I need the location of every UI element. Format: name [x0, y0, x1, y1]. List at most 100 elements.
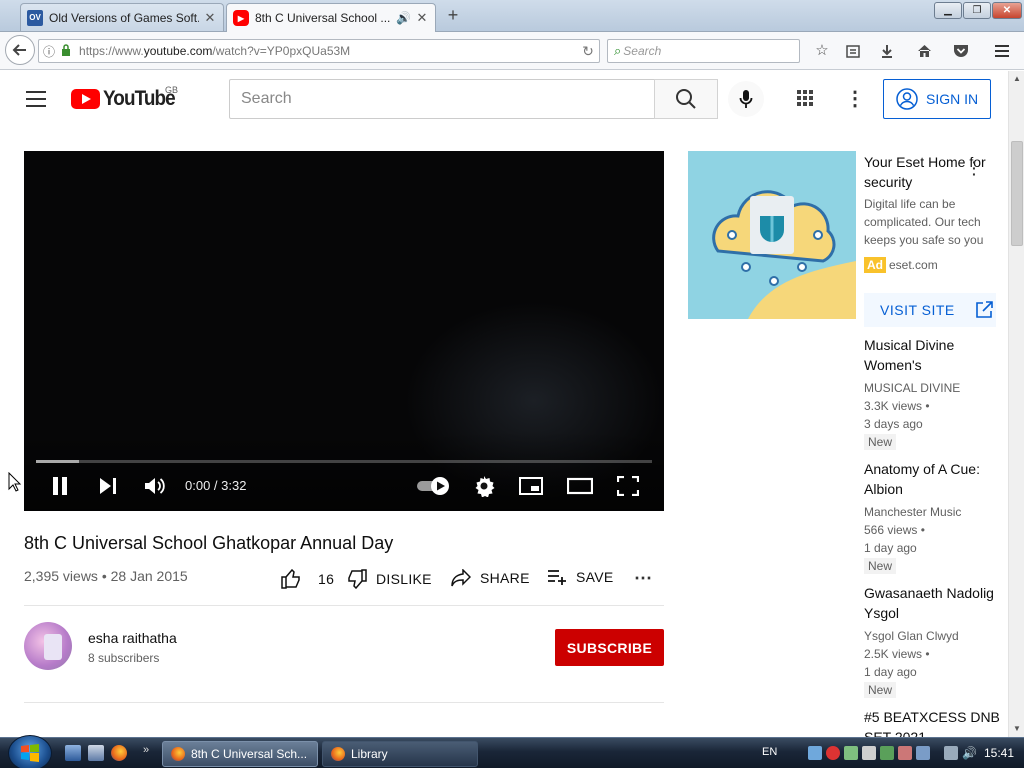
voice-search-button[interactable]	[728, 81, 764, 117]
ad-badge: Ad	[864, 257, 886, 273]
recommendation-title[interactable]: Musical Divine Women's	[864, 335, 1000, 375]
ad-menu-icon[interactable]: · · ·	[972, 155, 977, 181]
autoplay-toggle-icon	[417, 477, 449, 495]
skip-next-icon	[100, 478, 116, 494]
back-arrow-icon	[12, 44, 26, 56]
theater-mode-button[interactable]	[566, 473, 594, 499]
share-button[interactable]: SHARE	[451, 569, 530, 587]
pocket-icon[interactable]	[951, 41, 971, 61]
bookmark-star-icon[interactable]: ☆	[812, 41, 832, 61]
browser-nav-bar: ⓘ https://www.youtube.com/watch?v=YP0pxQ…	[0, 32, 1024, 70]
speaker-icon[interactable]: 🔊	[396, 11, 411, 25]
ad-thumbnail[interactable]	[688, 151, 856, 319]
recommendation-title[interactable]: #5 BEATXCESS DNB SET 2021	[864, 707, 1000, 737]
taskbar-button-youtube[interactable]: 8th C Universal Sch...	[162, 741, 318, 767]
apps-grid-icon[interactable]	[796, 89, 816, 109]
close-tab-icon[interactable]: ✕	[203, 10, 217, 26]
dislike-button[interactable]: DISLIKE	[347, 569, 432, 589]
reload-icon[interactable]: ↻	[577, 43, 599, 60]
miniplayer-button[interactable]	[518, 473, 544, 499]
firefox-icon	[331, 747, 345, 761]
recommendation-title[interactable]: Anatomy of A Cue: Albion	[864, 459, 1000, 499]
close-tab-icon[interactable]: ✕	[415, 10, 429, 26]
player-controls-gradient	[24, 431, 664, 511]
browser-tab-youtube[interactable]: ▶ 8th C Universal School ... 🔊 ✕	[226, 3, 436, 32]
home-icon[interactable]	[914, 41, 934, 61]
mute-button[interactable]	[142, 473, 168, 499]
show-desktop-icon[interactable]	[65, 745, 81, 761]
more-actions-icon[interactable]: ⋯	[634, 568, 652, 589]
bookmarks-library-icon[interactable]	[843, 41, 863, 61]
tray-icon[interactable]	[862, 746, 876, 760]
recommendation-item[interactable]: #5 BEATXCESS DNB SET 2021	[864, 707, 1000, 737]
taskbar-button-label: 8th C Universal Sch...	[191, 747, 308, 761]
start-button[interactable]	[8, 735, 52, 768]
channel-name[interactable]: esha raithatha	[88, 630, 177, 646]
firefox-quicklaunch-icon[interactable]	[111, 745, 127, 761]
volume-tray-icon[interactable]: 🔊	[962, 746, 977, 760]
url-text[interactable]: https://www.youtube.com/watch?v=YP0pxQUa…	[79, 44, 577, 58]
fullscreen-button[interactable]	[616, 473, 640, 499]
network-tray-icon[interactable]	[808, 746, 822, 760]
autoplay-toggle[interactable]	[414, 473, 452, 499]
new-badge: New	[864, 434, 897, 450]
tray-icon[interactable]	[844, 746, 858, 760]
video-player[interactable]: 0:00 / 3:32	[24, 151, 664, 511]
maximize-button[interactable]: ❐	[963, 2, 991, 19]
pause-button[interactable]	[48, 473, 72, 499]
recommendation-item[interactable]: Gwasanaeth Nadolig Ysgol Ysgol Glan Clwy…	[864, 583, 1000, 698]
url-bar[interactable]: ⓘ https://www.youtube.com/watch?v=YP0pxQ…	[38, 39, 600, 63]
clock[interactable]: 15:41	[984, 746, 1014, 760]
region-code: GB	[165, 85, 179, 95]
scroll-thumb[interactable]	[1011, 141, 1023, 246]
recommendation-age: 3 days ago	[864, 417, 923, 431]
youtube-header: YouTube GB Search ⋮ SIGN IN	[0, 71, 1008, 127]
ad-source: Ad eset.com	[864, 257, 938, 273]
like-button[interactable]: 16	[281, 569, 334, 589]
recommendation-item[interactable]: Musical Divine Women's MUSICAL DIVINE 3.…	[864, 335, 1000, 450]
recommendation-title[interactable]: Gwasanaeth Nadolig Ysgol	[864, 583, 1000, 623]
info-icon[interactable]: ⓘ	[43, 43, 55, 60]
recommendation-channel: Manchester Music	[864, 505, 962, 519]
search-button[interactable]	[654, 79, 718, 119]
guide-menu-icon[interactable]	[26, 91, 46, 107]
tray-icon[interactable]	[916, 746, 930, 760]
save-button[interactable]: SAVE	[547, 569, 614, 585]
lock-icon[interactable]	[61, 43, 71, 59]
taskbar-button-label: Library	[351, 747, 388, 761]
recommendation-views: 566 views •	[864, 523, 925, 537]
quicklaunch-overflow-icon[interactable]: »	[143, 744, 149, 756]
settings-kebab-icon[interactable]: ⋮	[845, 87, 865, 111]
tray-icon[interactable]	[880, 746, 894, 760]
subscribe-button[interactable]: SUBSCRIBE	[555, 629, 664, 666]
search-input[interactable]: Search	[229, 79, 655, 119]
fullscreen-icon	[617, 476, 639, 496]
settings-button[interactable]	[472, 473, 496, 499]
back-button[interactable]	[5, 35, 35, 65]
window-close-button[interactable]: ✕	[992, 2, 1022, 19]
menu-icon[interactable]	[992, 41, 1012, 61]
browser-tab-old-versions[interactable]: OV Old Versions of Games Soft... ✕	[20, 3, 224, 31]
mouse-cursor-icon	[8, 472, 22, 492]
taskbar-button-library[interactable]: Library	[322, 741, 478, 767]
new-tab-button[interactable]: +	[442, 6, 464, 26]
security-alert-tray-icon[interactable]	[826, 746, 840, 760]
switch-windows-icon[interactable]	[88, 745, 104, 761]
browser-search-field[interactable]: ⌕ Search	[607, 39, 800, 63]
page-scrollbar[interactable]: ▲ ▼	[1008, 71, 1024, 737]
minimize-button[interactable]: ▁	[934, 2, 962, 19]
download-icon[interactable]	[877, 41, 897, 61]
recommendation-item[interactable]: Anatomy of A Cue: Albion Manchester Musi…	[864, 459, 1000, 574]
next-button[interactable]	[96, 473, 120, 499]
pause-icon	[53, 477, 67, 495]
tray-icon[interactable]	[898, 746, 912, 760]
progress-bar[interactable]	[36, 460, 652, 463]
channel-avatar[interactable]	[24, 622, 72, 670]
language-indicator[interactable]: EN	[762, 746, 777, 758]
display-tray-icon[interactable]	[944, 746, 958, 760]
sign-in-button[interactable]: SIGN IN	[883, 79, 991, 119]
visit-site-button[interactable]: VISIT SITE	[864, 293, 996, 327]
scroll-down-arrow-icon[interactable]: ▼	[1009, 721, 1024, 737]
scroll-up-arrow-icon[interactable]: ▲	[1009, 71, 1024, 87]
search-engine-icon[interactable]: ⌕	[614, 43, 621, 59]
